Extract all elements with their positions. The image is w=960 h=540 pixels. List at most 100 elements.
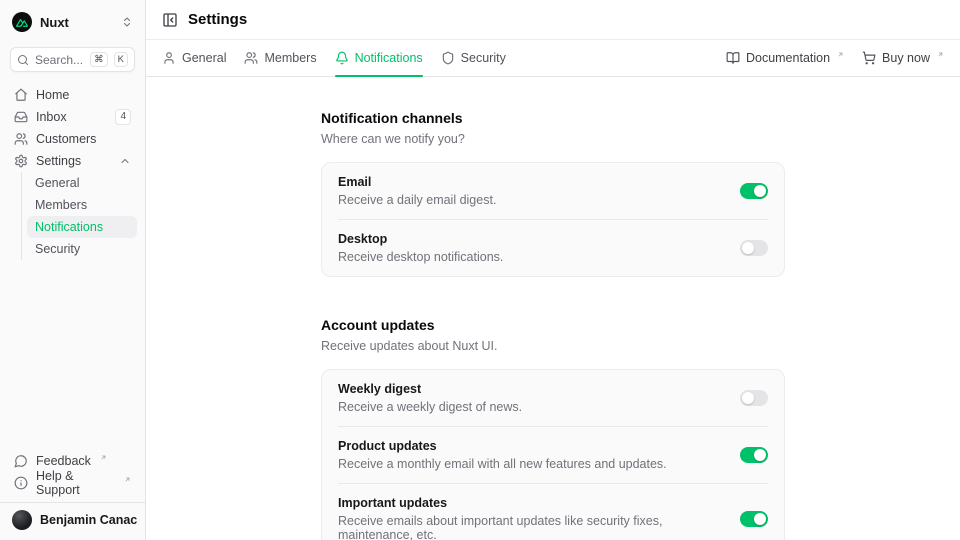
tab-label: Notifications	[355, 51, 423, 65]
tab-members[interactable]: Members	[244, 40, 316, 76]
important-updates-toggle[interactable]	[740, 511, 768, 527]
section-account-updates: Account updates Receive updates about Nu…	[321, 317, 785, 540]
product-updates-toggle[interactable]	[740, 447, 768, 463]
search-input[interactable]: Search... ⌘ K	[10, 47, 135, 72]
settings-subnav: General Members Notifications Security	[21, 172, 137, 260]
settings-card: Weekly digest Receive a weekly digest of…	[321, 369, 785, 540]
chat-bubble-icon	[14, 454, 28, 468]
sidebar-spacer	[8, 260, 137, 450]
setting-description: Receive a daily email digest.	[338, 193, 716, 207]
setting-row-weekly-digest: Weekly digest Receive a weekly digest of…	[338, 370, 768, 426]
inbox-count-badge: 4	[115, 109, 131, 125]
page-header: Settings	[146, 0, 960, 40]
documentation-button[interactable]: Documentation	[726, 51, 844, 65]
user-menu[interactable]: Benjamin Canac	[8, 503, 137, 532]
page-title: Settings	[188, 11, 247, 28]
setting-description: Receive emails about important updates l…	[338, 514, 716, 540]
setting-label: Product updates	[338, 439, 716, 453]
section-notification-channels: Notification channels Where can we notif…	[321, 110, 785, 277]
sidebar-item-home[interactable]: Home	[8, 84, 137, 106]
sidebar-item-general[interactable]: General	[27, 172, 137, 194]
tab-label: Security	[461, 51, 506, 65]
setting-text: Email Receive a daily email digest.	[338, 175, 716, 207]
toolbar: General Members Notifications Security	[146, 40, 960, 77]
action-label: Documentation	[746, 51, 830, 65]
workspace-name: Nuxt	[40, 15, 113, 30]
search-placeholder: Search...	[35, 53, 84, 67]
setting-label: Desktop	[338, 232, 716, 246]
sidebar-item-inbox[interactable]: Inbox 4	[8, 106, 137, 128]
info-circle-icon	[14, 476, 28, 490]
tab-notifications[interactable]: Notifications	[335, 40, 423, 76]
bell-icon	[335, 51, 349, 65]
section-title: Account updates	[321, 317, 785, 333]
setting-description: Receive desktop notifications.	[338, 250, 716, 264]
settings-content: Notification channels Where can we notif…	[146, 77, 960, 540]
sidebar-item-help-support[interactable]: Help & Support	[8, 472, 137, 494]
sidebar-nav: Home Inbox 4 Customers Settings General	[8, 84, 137, 260]
section-subtitle: Receive updates about Nuxt UI.	[321, 339, 785, 353]
setting-description: Receive a weekly digest of news.	[338, 400, 716, 414]
shield-icon	[441, 51, 455, 65]
weekly-digest-toggle[interactable]	[740, 390, 768, 406]
sidebar-item-label: Help & Support	[36, 469, 115, 497]
setting-row-desktop: Desktop Receive desktop notifications.	[338, 219, 768, 276]
external-link-icon	[837, 51, 844, 58]
setting-row-email: Email Receive a daily email digest.	[338, 163, 768, 219]
setting-text: Important updates Receive emails about i…	[338, 496, 716, 540]
tab-security[interactable]: Security	[441, 40, 506, 76]
inbox-icon	[14, 110, 28, 124]
app-window: Nuxt Search... ⌘ K Home Inbox 4 Customer…	[0, 0, 960, 540]
settings-card: Email Receive a daily email digest. Desk…	[321, 162, 785, 277]
toolbar-actions: Documentation Buy now	[726, 40, 944, 76]
external-link-icon	[124, 476, 131, 483]
collapse-sidebar-button[interactable]	[162, 12, 178, 28]
tab-label: Members	[264, 51, 316, 65]
sidebar: Nuxt Search... ⌘ K Home Inbox 4 Customer…	[0, 0, 146, 540]
sidebar-item-label: Feedback	[36, 454, 91, 468]
gear-icon	[14, 154, 28, 168]
setting-text: Desktop Receive desktop notifications.	[338, 232, 716, 264]
sidebar-item-settings[interactable]: Settings	[8, 150, 137, 172]
nuxt-logo-icon	[12, 12, 32, 32]
cart-icon	[862, 51, 876, 65]
kbd-k: K	[114, 52, 128, 67]
sidebar-item-label: Home	[36, 88, 69, 102]
section-subtitle: Where can we notify you?	[321, 132, 785, 146]
sidebar-item-members[interactable]: Members	[27, 194, 137, 216]
user-name: Benjamin Canac	[40, 513, 137, 527]
sidebar-item-notifications[interactable]: Notifications	[27, 216, 137, 238]
tab-general[interactable]: General	[162, 40, 226, 76]
external-link-icon	[937, 51, 944, 58]
sidebar-item-label: Members	[35, 198, 87, 212]
main-panel: Settings General Members Notifications	[146, 0, 960, 540]
setting-label: Email	[338, 175, 716, 189]
panel-left-close-icon	[162, 12, 178, 28]
sidebar-footer-nav: Feedback Help & Support	[8, 450, 137, 494]
email-toggle[interactable]	[740, 183, 768, 199]
buy-now-button[interactable]: Buy now	[862, 51, 944, 65]
chevron-up-icon	[119, 155, 131, 167]
setting-text: Weekly digest Receive a weekly digest of…	[338, 382, 716, 414]
user-icon	[162, 51, 176, 65]
settings-tabs: General Members Notifications Security	[162, 40, 506, 76]
sidebar-item-label: Notifications	[35, 220, 103, 234]
avatar	[12, 510, 32, 530]
sidebar-item-security[interactable]: Security	[27, 238, 137, 260]
setting-row-important-updates: Important updates Receive emails about i…	[338, 483, 768, 540]
tab-label: General	[182, 51, 226, 65]
workspace-switcher[interactable]: Nuxt	[8, 10, 137, 34]
action-label: Buy now	[882, 51, 930, 65]
kbd-meta: ⌘	[90, 52, 108, 67]
setting-row-product-updates: Product updates Receive a monthly email …	[338, 426, 768, 483]
setting-description: Receive a monthly email with all new fea…	[338, 457, 716, 471]
book-open-icon	[726, 51, 740, 65]
sidebar-item-label: Security	[35, 242, 80, 256]
desktop-toggle[interactable]	[740, 240, 768, 256]
setting-label: Weekly digest	[338, 382, 716, 396]
setting-text: Product updates Receive a monthly email …	[338, 439, 716, 471]
sidebar-item-customers[interactable]: Customers	[8, 128, 137, 150]
external-link-icon	[100, 454, 107, 461]
search-icon	[17, 54, 29, 66]
sidebar-item-label: Settings	[36, 154, 81, 168]
